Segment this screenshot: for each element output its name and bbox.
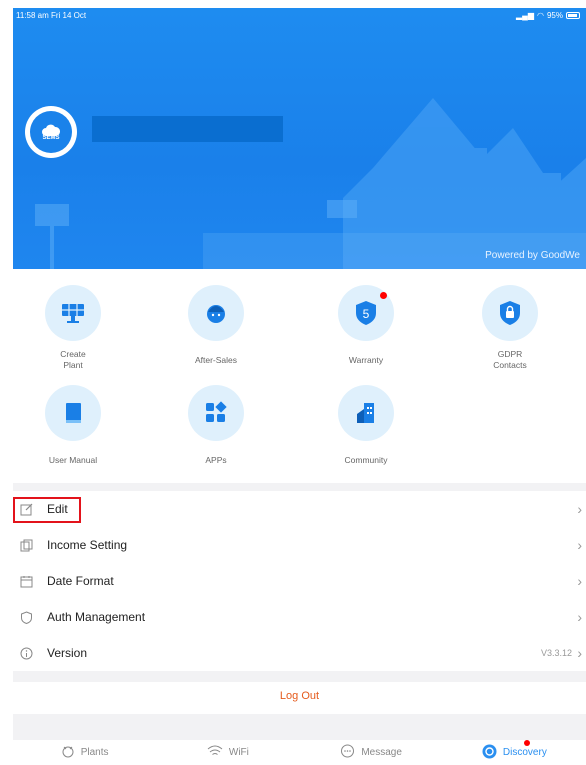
tile-label: GDPR Contacts (493, 349, 527, 370)
tab-label: Message (361, 747, 402, 758)
powered-by: Powered by GoodWe (485, 250, 580, 261)
discovery-badge (524, 740, 530, 746)
tab-discovery[interactable]: Discovery (443, 740, 586, 765)
tab-label: WiFi (228, 747, 249, 758)
chevron-right-icon: › (577, 537, 582, 553)
chevron-right-icon: › (577, 645, 582, 661)
username-redacted (92, 116, 283, 142)
menu-label: Version (47, 646, 88, 660)
svg-text:5: 5 (363, 307, 370, 321)
status-indicators: ▂▄▆ ◠ 95% (516, 11, 580, 20)
plants-icon (61, 744, 75, 761)
chevron-right-icon: › (577, 501, 582, 517)
section-divider (13, 483, 586, 491)
menu-income-setting[interactable]: Income Setting › (13, 527, 586, 563)
discovery-icon (482, 744, 497, 762)
menu-date-format[interactable]: Date Format › (13, 563, 586, 599)
tile-create-plant[interactable]: Create Plant (13, 285, 133, 371)
avatar[interactable]: SEMS (25, 106, 77, 158)
section-divider (13, 714, 586, 740)
menu-label: Income Setting (47, 538, 128, 552)
chevron-right-icon: › (577, 609, 582, 625)
tab-message[interactable]: Message (300, 740, 443, 765)
shield-icon (19, 610, 33, 624)
book-icon (45, 385, 101, 441)
signal-icon: ▂▄▆ (516, 11, 534, 20)
edit-highlight (13, 497, 81, 523)
menu-edit[interactable]: Edit › (13, 491, 586, 527)
lock-shield-icon (482, 285, 538, 341)
menu-label: Edit (47, 502, 68, 516)
tile-label: Warranty (348, 355, 384, 365)
tile-user-manual[interactable]: User Manual (13, 385, 133, 466)
tile-gdpr-contacts[interactable]: GDPR Contacts (450, 285, 570, 371)
wifi-icon (207, 745, 223, 760)
tile-after-sales[interactable]: After-Sales (156, 285, 276, 366)
tile-label: Create Plant (60, 349, 86, 370)
solar-panel-icon (45, 285, 101, 341)
avatar-text: SEMS (42, 134, 60, 141)
version-value: V3.3.12 (540, 648, 572, 658)
chevron-right-icon: › (577, 573, 582, 589)
headset-agent-icon (188, 285, 244, 341)
tab-wifi[interactable]: WiFi (156, 740, 299, 765)
income-icon (19, 538, 33, 552)
info-icon (19, 646, 33, 660)
tile-apps[interactable]: APPs (156, 385, 276, 466)
menu-auth-management[interactable]: Auth Management › (13, 599, 586, 635)
tile-label: User Manual (48, 455, 98, 465)
status-bar: 11:58 am Fri 14 Oct ▂▄▆ ◠ 95% (13, 8, 586, 22)
tile-community[interactable]: Community (306, 385, 426, 466)
building-icon (338, 385, 394, 441)
warranty-badge (380, 292, 387, 299)
section-divider (13, 671, 586, 682)
logout-button[interactable]: Log Out (13, 682, 586, 710)
message-icon (340, 744, 355, 761)
battery-percent: 95% (546, 11, 563, 20)
apps-grid-icon (188, 385, 244, 441)
menu-label: Auth Management (47, 610, 146, 624)
tab-label: Discovery (502, 747, 547, 758)
menu-label: Date Format (47, 574, 114, 588)
tile-warranty[interactable]: 5 Warranty (306, 285, 426, 366)
battery-icon (566, 12, 580, 19)
status-time: 11:58 am Fri 14 Oct (16, 11, 87, 20)
bottom-tab-bar: Plants WiFi Message Discovery (13, 740, 586, 765)
calendar-icon (19, 574, 33, 588)
wifi-status-icon: ◠ (537, 11, 544, 20)
menu-version[interactable]: Version V3.3.12 › (13, 635, 586, 671)
profile-header: 11:58 am Fri 14 Oct ▂▄▆ ◠ 95% SEMS Power… (13, 8, 586, 269)
tile-label: Community (344, 455, 388, 465)
tab-label: Plants (80, 747, 109, 758)
tile-label: APPs (205, 455, 227, 465)
tile-label: After-Sales (194, 355, 238, 365)
avatar-logo: SEMS (30, 111, 72, 153)
tab-plants[interactable]: Plants (13, 740, 156, 765)
